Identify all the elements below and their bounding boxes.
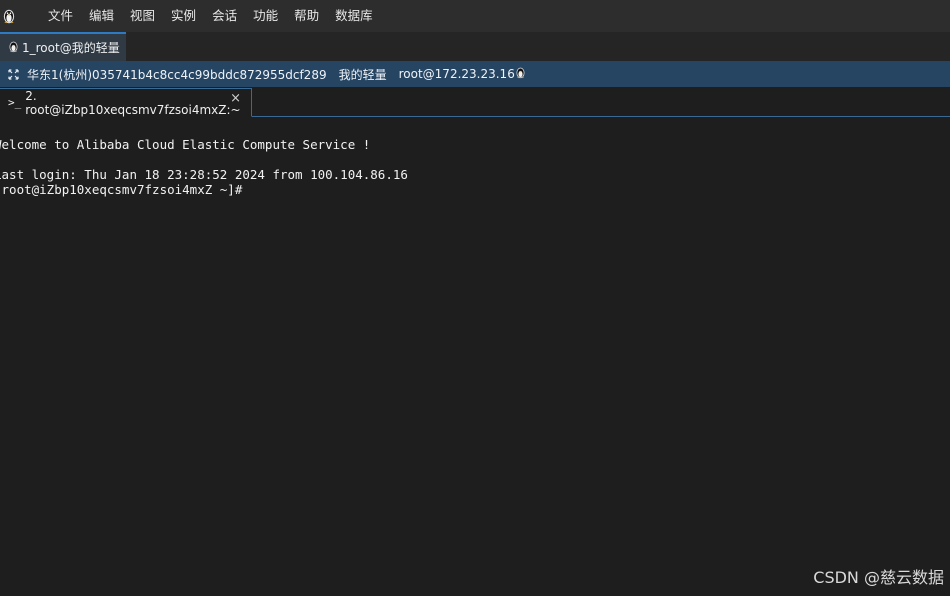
menu-file[interactable]: 文件	[48, 0, 73, 32]
menu-edit[interactable]: 编辑	[89, 0, 114, 32]
connection-info-bar: 华东1(杭州)035741b4c8cc4c99bddc872955dcf289 …	[0, 61, 950, 87]
terminal-tab-active[interactable]: >_ 2. root@iZbp10xeqcsmv7fzsoi4mxZ:~ ×	[0, 88, 252, 117]
terminal-prompt-line: [root@iZbp10xeqcsmv7fzsoi4mxZ ~]#	[0, 182, 243, 197]
terminal-app-window: 文件 编辑 视图 实例 会话 功能 帮助 数据库 1_root@我的轻量 华东1…	[0, 0, 950, 596]
terminal-prompt-icon: >_	[8, 96, 22, 109]
menu-bar: 文件 编辑 视图 实例 会话 功能 帮助 数据库	[0, 0, 950, 32]
tux-icon	[8, 40, 19, 56]
menu-session[interactable]: 会话	[212, 0, 237, 32]
watermark: CSDN @慈云数据	[813, 568, 944, 587]
menu-features[interactable]: 功能	[253, 0, 278, 32]
menu-instance[interactable]: 实例	[171, 0, 196, 32]
session-tab-label: 1_root@我的轻量	[22, 41, 120, 55]
terminal-output[interactable]: Welcome to Alibaba Cloud Elastic Compute…	[0, 117, 950, 596]
tux-icon[interactable]	[0, 0, 44, 32]
instance-region-id: 华东1(杭州)035741b4c8cc4c99bddc872955dcf289	[27, 67, 327, 82]
terminal-tab-bar: >_ 2. root@iZbp10xeqcsmv7fzsoi4mxZ:~ ×	[0, 87, 950, 117]
terminal-tab-label: 2. root@iZbp10xeqcsmv7fzsoi4mxZ:~	[25, 88, 241, 117]
instance-name: 我的轻量	[338, 67, 387, 82]
terminal-line: Last login: Thu Jan 18 23:28:52 2024 fro…	[0, 167, 408, 182]
expand-icon[interactable]	[0, 68, 27, 80]
session-tab-bar: 1_root@我的轻量	[0, 32, 950, 61]
instance-host: root@172.23.23.16	[398, 67, 515, 81]
terminal-line: Welcome to Alibaba Cloud Elastic Compute…	[0, 137, 371, 152]
tux-icon	[515, 66, 526, 82]
menu-help[interactable]: 帮助	[294, 0, 319, 32]
menu-view[interactable]: 视图	[130, 0, 155, 32]
close-icon[interactable]: ×	[230, 92, 241, 106]
session-tab-active[interactable]: 1_root@我的轻量	[0, 32, 126, 61]
menu-database[interactable]: 数据库	[335, 0, 373, 32]
